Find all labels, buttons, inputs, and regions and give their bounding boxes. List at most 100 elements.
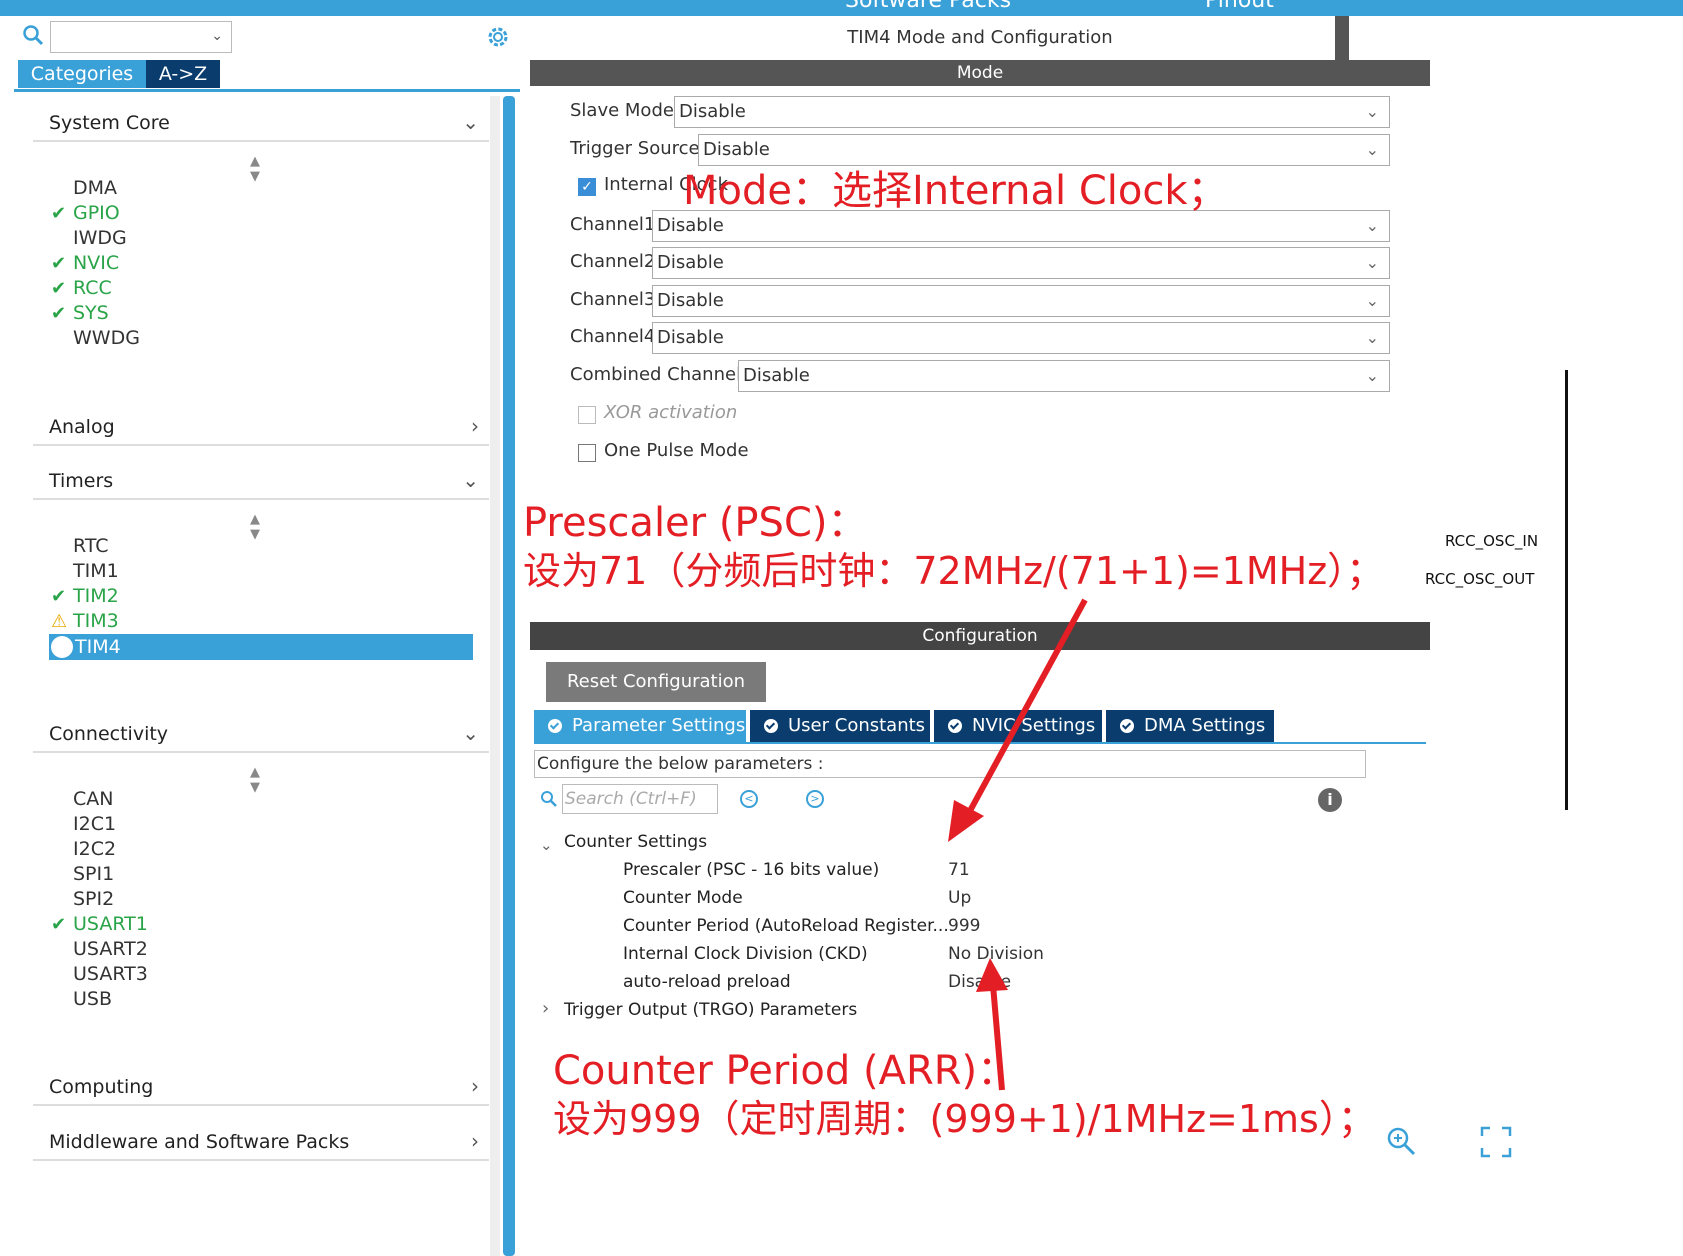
counter-settings-group[interactable]: Counter Settings	[564, 832, 707, 852]
pinout-menu[interactable]: Pinout	[1205, 0, 1274, 13]
param-value[interactable]: Disable	[948, 972, 1011, 992]
list-item-tim2[interactable]: ✔ TIM2	[51, 584, 119, 609]
xor-checkbox[interactable]	[578, 406, 596, 424]
chevron-down-icon[interactable]: ⌄	[540, 836, 553, 854]
list-item-tim4-selected[interactable]: TIM4	[49, 634, 473, 660]
param-name: auto-reload preload	[623, 972, 791, 992]
chip-edge	[1565, 370, 1568, 810]
section-analog[interactable]: Analog ›	[33, 412, 489, 446]
internal-clock-checkbox[interactable]: ✓	[578, 178, 596, 196]
list-item-rtc[interactable]: RTC	[73, 534, 109, 559]
chevron-down-icon: ⌄	[211, 28, 223, 44]
list-item-spi1[interactable]: SPI1	[73, 862, 114, 887]
combined-channels-select[interactable]: Disable ⌄	[738, 360, 1390, 392]
fullscreen-icon[interactable]	[1480, 1126, 1512, 1158]
item-label: TIM2	[73, 585, 119, 607]
section-middleware[interactable]: Middleware and Software Packs ›	[33, 1127, 489, 1161]
list-item-usb[interactable]: USB	[73, 987, 112, 1012]
search-icon[interactable]	[22, 24, 44, 46]
list-item-usart1[interactable]: ✔ USART1	[51, 912, 148, 937]
check-circle-icon	[764, 719, 778, 733]
item-label: TIM3	[73, 610, 119, 632]
gear-icon[interactable]	[485, 24, 511, 50]
list-item-tim3[interactable]: ⚠ TIM3	[51, 609, 119, 634]
tab-a-z[interactable]: A->Z	[146, 60, 220, 88]
search-combo[interactable]: ⌄	[50, 21, 232, 53]
one-pulse-checkbox[interactable]	[578, 444, 596, 462]
list-item-wwdg[interactable]: WWDG	[73, 326, 140, 351]
section-system-core[interactable]: System Core ⌄	[33, 108, 489, 142]
item-label: GPIO	[73, 202, 120, 224]
section-title: Analog	[49, 416, 115, 438]
list-item-spi2[interactable]: SPI2	[73, 887, 114, 912]
section-title: Middleware and Software Packs	[49, 1131, 350, 1153]
list-item-can[interactable]: CAN	[73, 787, 113, 812]
list-item-tim1[interactable]: TIM1	[73, 559, 119, 584]
top-toolbar: Software Packs Pinout	[0, 0, 1683, 16]
item-label: USART1	[73, 913, 148, 935]
item-label: NVIC	[73, 252, 120, 274]
tab-user-constants[interactable]: User Constants	[750, 710, 930, 742]
section-timers[interactable]: Timers ⌄	[33, 466, 489, 500]
sort-icon[interactable]: ▲ ▼	[250, 154, 260, 184]
chevron-down-icon: ⌄	[1365, 291, 1379, 310]
sidebar-scrollbar[interactable]	[503, 96, 515, 1256]
check-circle-icon	[548, 719, 562, 733]
list-item-gpio[interactable]: ✔ GPIO	[51, 201, 120, 226]
reset-configuration-button[interactable]: Reset Configuration	[546, 662, 766, 702]
list-item-rcc[interactable]: ✔ RCC	[51, 276, 112, 301]
list-item-sys[interactable]: ✔ SYS	[51, 301, 109, 326]
list-item-dma[interactable]: DMA	[73, 176, 117, 201]
param-value[interactable]: Up	[948, 888, 971, 908]
configuration-section: Reset Configuration Parameter Settings U…	[530, 650, 1430, 1250]
pin-label-osc-out: RCC_OSC_OUT	[1425, 570, 1535, 588]
tab-label: User Constants	[788, 715, 926, 736]
info-icon[interactable]: i	[1318, 788, 1342, 812]
panel-splitter[interactable]	[1335, 16, 1349, 76]
item-label: SYS	[73, 302, 109, 324]
tab-parameter-settings[interactable]: Parameter Settings	[534, 710, 746, 742]
channel2-select[interactable]: Disable ⌄	[652, 247, 1390, 279]
list-item-iwdg[interactable]: IWDG	[73, 226, 127, 251]
list-item-i2c1[interactable]: I2C1	[73, 812, 116, 837]
param-value[interactable]: No Division	[948, 944, 1044, 964]
software-packs-menu[interactable]: Software Packs	[845, 0, 1011, 13]
tab-label: Parameter Settings	[572, 715, 746, 736]
list-item-usart3[interactable]: USART3	[73, 962, 148, 987]
channel3-select[interactable]: Disable ⌄	[652, 285, 1390, 317]
list-item-nvic[interactable]: ✔ NVIC	[51, 251, 120, 276]
sort-icon[interactable]: ▲ ▼	[250, 512, 260, 542]
zoom-in-icon[interactable]	[1385, 1125, 1417, 1157]
select-value: Disable	[743, 365, 810, 386]
chevron-down-icon: ⌄	[1365, 253, 1379, 272]
categories-panel: ⌄ Categories A->Z System Core ⌄ ▲ ▼ DMA ✔ G…	[0, 16, 520, 1256]
configure-parameters-label: Configure the below parameters :	[534, 750, 1366, 778]
trgo-parameters-group[interactable]: Trigger Output (TRGO) Parameters	[564, 1000, 857, 1020]
tab-categories[interactable]: Categories	[18, 60, 146, 88]
parameter-tabs: Parameter Settings User Constants NVIC S…	[534, 710, 1426, 744]
param-value[interactable]: 999	[948, 916, 980, 936]
search-icon	[541, 791, 557, 807]
chevron-down-icon: ⌄	[462, 721, 479, 745]
check-icon: ✔	[51, 914, 67, 935]
tab-nvic-settings[interactable]: NVIC Settings	[934, 710, 1102, 742]
list-item-i2c2[interactable]: I2C2	[73, 837, 116, 862]
scroll-track	[490, 96, 500, 1256]
tab-dma-settings[interactable]: DMA Settings	[1106, 710, 1274, 742]
parameter-search-input[interactable]: Search (Ctrl+F)	[562, 784, 718, 814]
search-previous-icon[interactable]: <	[740, 790, 758, 808]
tab-label: NVIC Settings	[972, 715, 1096, 736]
param-name: Counter Period (AutoReload Register...	[623, 916, 949, 936]
list-item-usart2[interactable]: USART2	[73, 937, 148, 962]
chevron-right-icon[interactable]: ›	[542, 998, 549, 1019]
slave-mode-select[interactable]: Disable ⌄	[674, 96, 1390, 128]
chevron-down-icon: ⌄	[1365, 140, 1379, 159]
channel4-select[interactable]: Disable ⌄	[652, 322, 1390, 354]
param-value[interactable]: 71	[948, 860, 970, 880]
annotation-arr-desc: 设为999（定时周期：(999+1)/1MHz=1ms）；	[553, 1097, 1376, 1141]
section-connectivity[interactable]: Connectivity ⌄	[33, 719, 489, 753]
section-computing[interactable]: Computing ›	[33, 1072, 489, 1106]
search-next-icon[interactable]: >	[806, 790, 824, 808]
sort-icon[interactable]: ▲ ▼	[250, 765, 260, 795]
check-icon	[51, 636, 73, 658]
